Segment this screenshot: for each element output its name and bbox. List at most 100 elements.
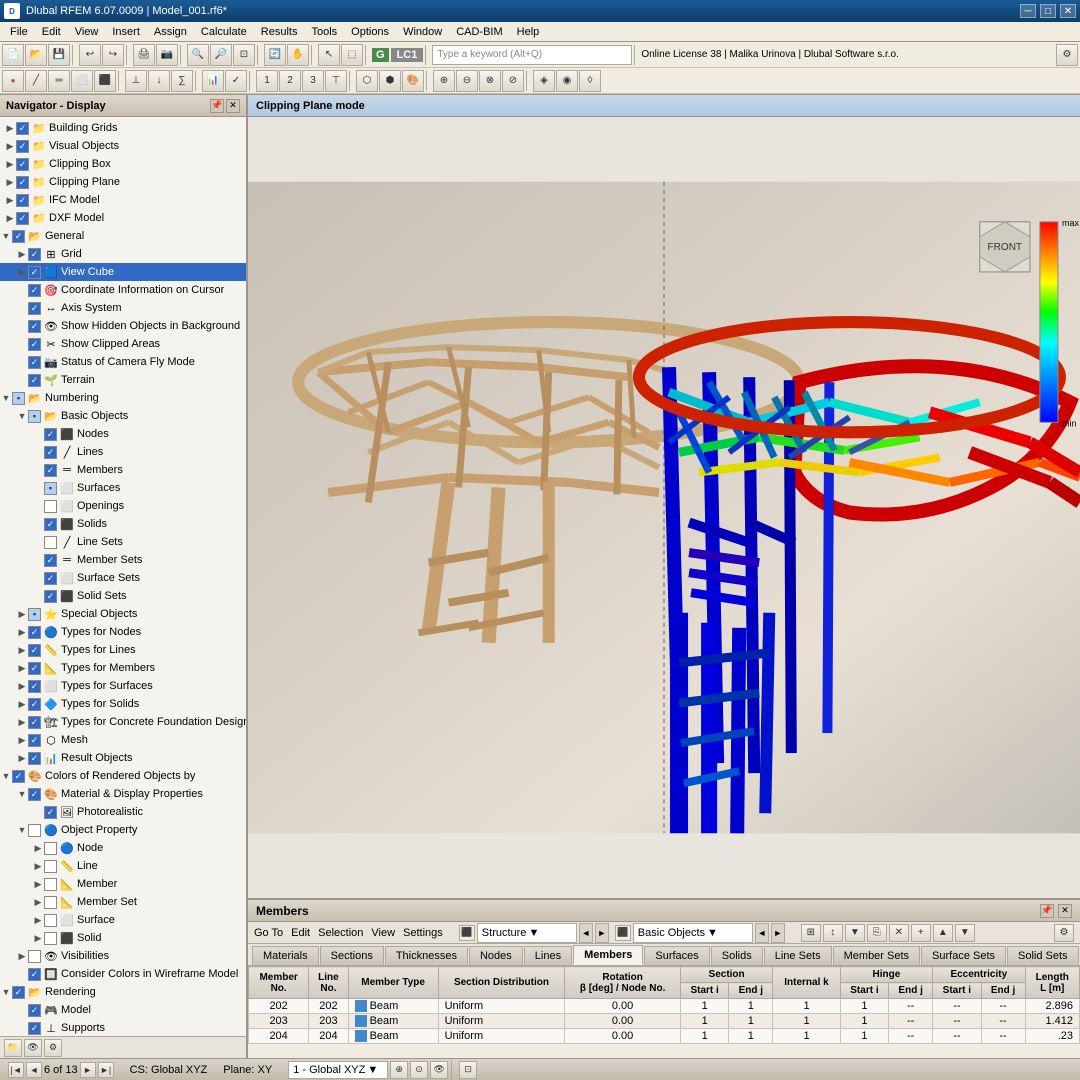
tree-surfaces-num[interactable]: ▪ ⬜ Surfaces	[0, 479, 246, 497]
tree-types-surfaces[interactable]: ▶ ✓ ⬜ Types for Surfaces	[0, 677, 246, 695]
expand-types-solids[interactable]: ▶	[16, 698, 28, 710]
menu-tools[interactable]: Tools	[305, 24, 343, 40]
check-member-set-prop[interactable]	[44, 896, 57, 909]
tree-node-prop[interactable]: ▶ 🔵 Node	[0, 839, 246, 857]
check-colors-rendered[interactable]: ✓	[12, 770, 25, 783]
minimize-button[interactable]: ─	[1020, 4, 1036, 18]
tree-types-concrete[interactable]: ▶ ✓ 🏗 Types for Concrete Foundation Desi…	[0, 713, 246, 731]
tree-special-objects[interactable]: ▶ ▪ ⭐ Special Objects	[0, 605, 246, 623]
expand-building-grids[interactable]: ▶	[4, 122, 16, 134]
tb-view1[interactable]: 1	[256, 70, 278, 92]
check-clipping-plane[interactable]: ✓	[16, 176, 29, 189]
menu-window[interactable]: Window	[397, 24, 448, 40]
expand-mesh[interactable]: ▶	[16, 734, 28, 746]
check-types-surfaces[interactable]: ✓	[28, 680, 41, 693]
tb-filter-panel[interactable]: ▼	[845, 924, 865, 942]
window-controls[interactable]: ─ □ ✕	[1020, 4, 1076, 18]
status-btn-3[interactable]: 👁	[430, 1061, 448, 1079]
check-photorealistic[interactable]: ✓	[44, 806, 57, 819]
expand-view-cube[interactable]: ▶	[16, 266, 28, 278]
expand-openings[interactable]	[32, 500, 44, 512]
tree-axis-system[interactable]: ✓ ↔ Axis System	[0, 299, 246, 317]
expand-rendering[interactable]: ▼	[0, 986, 12, 998]
check-supports[interactable]: ✓	[28, 1022, 41, 1035]
tab-thicknesses[interactable]: Thicknesses	[385, 946, 468, 965]
tree-building-grids[interactable]: ▶ ✓ 📁 Building Grids	[0, 119, 246, 137]
tb-extra-2[interactable]: ◉	[556, 70, 578, 92]
tree-view-cube[interactable]: ▶ ✓ 🟦 View Cube	[0, 263, 246, 281]
tb-pan[interactable]: ✋	[287, 44, 309, 66]
menu-results[interactable]: Results	[255, 24, 304, 40]
check-object-property[interactable]	[28, 824, 41, 837]
tree-result-objects[interactable]: ▶ ✓ 📊 Result Objects	[0, 749, 246, 767]
check-consider-colors[interactable]: ✓	[28, 968, 41, 981]
tb-view2[interactable]: 2	[279, 70, 301, 92]
check-member-prop[interactable]	[44, 878, 57, 891]
tb-more-3[interactable]: ⊗	[479, 70, 501, 92]
tb-view-top[interactable]: ⊤	[325, 70, 347, 92]
tb-open[interactable]: 📂	[25, 44, 47, 66]
tree-grid[interactable]: ▶ ✓ ⊞ Grid	[0, 245, 246, 263]
check-line-sets[interactable]	[44, 536, 57, 549]
expand-visual-objects[interactable]: ▶	[4, 140, 16, 152]
tree-surface-prop[interactable]: ▶ ⬜ Surface	[0, 911, 246, 929]
view-btn[interactable]: View	[371, 927, 395, 939]
page-next[interactable]: ►	[80, 1062, 96, 1078]
menu-help[interactable]: Help	[511, 24, 546, 40]
check-terrain[interactable]: ✓	[28, 374, 41, 387]
menu-calculate[interactable]: Calculate	[195, 24, 253, 40]
tab-nodes[interactable]: Nodes	[469, 946, 523, 965]
expand-dxf-model[interactable]: ▶	[4, 212, 16, 224]
tree-solid-prop[interactable]: ▶ ⬛ Solid	[0, 929, 246, 947]
expand-clipping-plane[interactable]: ▶	[4, 176, 16, 188]
check-surfaces-num[interactable]: ▪	[44, 482, 57, 495]
expand-member-sets[interactable]	[32, 554, 44, 566]
tree-openings[interactable]: ⬜ Openings	[0, 497, 246, 515]
tb-rotate[interactable]: 🔄	[264, 44, 286, 66]
objects-dropdown[interactable]: Basic Objects ▼	[633, 923, 753, 943]
tb-select[interactable]: ↖	[318, 44, 340, 66]
expand-members[interactable]	[32, 464, 44, 476]
page-first[interactable]: |◄	[8, 1062, 24, 1078]
tree-line-sets[interactable]: ╱ Line Sets	[0, 533, 246, 551]
tb-save[interactable]: 💾	[48, 44, 70, 66]
tree-types-solids[interactable]: ▶ ✓ 🔷 Types for Solids	[0, 695, 246, 713]
check-visual-objects[interactable]: ✓	[16, 140, 29, 153]
check-rendering[interactable]: ✓	[12, 986, 25, 999]
nav-pin[interactable]: 📌	[210, 99, 224, 113]
structure-dropdown-arrow[interactable]: ◄	[579, 923, 593, 943]
status-coord-btn[interactable]: ⊡	[459, 1061, 477, 1079]
check-view-cube[interactable]: ✓	[28, 266, 41, 279]
tree-member-sets[interactable]: ✓ ═ Member Sets	[0, 551, 246, 569]
expand-solids-num[interactable]	[32, 518, 44, 530]
tree-supports[interactable]: ✓ ⊥ Supports	[0, 1019, 246, 1036]
check-show-hidden[interactable]: ✓	[28, 320, 41, 333]
check-types-members[interactable]: ✓	[28, 662, 41, 675]
check-dxf-model[interactable]: ✓	[16, 212, 29, 225]
check-show-clipped[interactable]: ✓	[28, 338, 41, 351]
expand-camera-status[interactable]	[16, 356, 28, 368]
check-surface-sets[interactable]: ✓	[44, 572, 57, 585]
menu-insert[interactable]: Insert	[106, 24, 146, 40]
settings-btn[interactable]: Settings	[403, 927, 443, 939]
tree-material-display[interactable]: ▼ ✓ 🎨 Material & Display Properties	[0, 785, 246, 803]
tb-move-up[interactable]: ▲	[933, 924, 953, 942]
tree-lines[interactable]: ✓ ╱ Lines	[0, 443, 246, 461]
status-btn-1[interactable]: ⊕	[390, 1061, 408, 1079]
expand-surfaces-num[interactable]	[32, 482, 44, 494]
tree-dxf-model[interactable]: ▶ ✓ 📁 DXF Model	[0, 209, 246, 227]
viewport-canvas[interactable]: max min FRONT	[248, 117, 1080, 898]
tb-redo[interactable]: ↪	[102, 44, 124, 66]
expand-material-display[interactable]: ▼	[16, 788, 28, 800]
expand-solid-sets[interactable]	[32, 590, 44, 602]
tab-member-sets[interactable]: Member Sets	[833, 946, 920, 965]
tree-visual-objects[interactable]: ▶ ✓ 📁 Visual Objects	[0, 137, 246, 155]
tb-member[interactable]: ═	[48, 70, 70, 92]
tb-line[interactable]: ╱	[25, 70, 47, 92]
check-solid-prop[interactable]	[44, 932, 57, 945]
goto-btn[interactable]: Go To	[254, 927, 283, 939]
tree-show-hidden[interactable]: ✓ 👁 Show Hidden Objects in Background	[0, 317, 246, 335]
selection-btn[interactable]: Selection	[318, 927, 363, 939]
expand-model[interactable]	[16, 1004, 28, 1016]
tb-zoom-out[interactable]: 🔎	[210, 44, 232, 66]
